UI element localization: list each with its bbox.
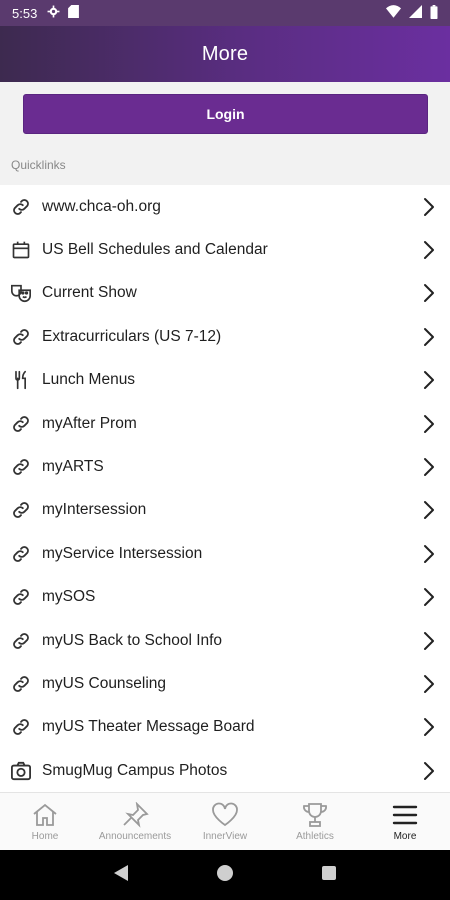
fork-knife-icon xyxy=(10,369,32,391)
system-navigation-bar xyxy=(0,850,450,900)
nav-tab-label: Home xyxy=(31,830,59,842)
quicklink-row[interactable]: myIntersession xyxy=(0,489,450,532)
quicklinks-section-label: Quicklinks xyxy=(11,158,66,172)
chevron-right-icon xyxy=(422,327,436,347)
calendar-icon xyxy=(10,239,32,261)
chevron-right-icon xyxy=(422,761,436,781)
nav-tab-more[interactable]: More xyxy=(360,793,450,850)
link-icon xyxy=(10,630,32,652)
app-bar: More xyxy=(0,26,450,82)
chevron-right-icon xyxy=(422,587,436,607)
battery-icon xyxy=(430,4,438,22)
chevron-right-icon xyxy=(422,370,436,390)
theater-masks-icon xyxy=(10,282,32,304)
link-icon xyxy=(10,326,32,348)
quicklink-label: US Bell Schedules and Calendar xyxy=(42,241,268,259)
menu-icon xyxy=(391,802,419,828)
link-icon xyxy=(10,196,32,218)
home-icon xyxy=(31,802,59,828)
quicklink-row[interactable]: myUS Back to School Info xyxy=(0,619,450,662)
chevron-right-icon xyxy=(422,197,436,217)
sd-card-icon xyxy=(68,5,80,21)
quicklink-label: myUS Theater Message Board xyxy=(42,718,255,736)
link-icon xyxy=(10,673,32,695)
quicklink-row[interactable]: Extracurriculars (US 7-12) xyxy=(0,315,450,358)
quicklink-label: myAfter Prom xyxy=(42,414,137,432)
chevron-right-icon xyxy=(422,240,436,260)
trophy-icon xyxy=(301,802,329,828)
link-icon xyxy=(10,499,32,521)
pin-icon xyxy=(121,800,149,828)
quicklink-row[interactable]: Lunch Menus xyxy=(0,359,450,402)
quicklink-label: mySOS xyxy=(42,588,96,606)
quicklink-label: Lunch Menus xyxy=(42,371,136,389)
cell-signal-icon xyxy=(409,5,422,21)
nav-tab-home[interactable]: Home xyxy=(0,793,90,850)
chevron-right-icon xyxy=(422,674,436,694)
chevron-right-icon xyxy=(422,414,436,434)
login-section: Login Quicklinks xyxy=(0,82,450,182)
quicklink-label: myIntersession xyxy=(42,501,147,519)
chevron-right-icon xyxy=(422,500,436,520)
page-title: More xyxy=(201,42,249,65)
nav-tab-label: More xyxy=(393,830,417,842)
link-icon xyxy=(10,543,32,565)
quicklink-row[interactable]: US Bell Schedules and Calendar xyxy=(0,228,450,271)
recents-square-icon[interactable] xyxy=(321,865,337,886)
nav-tab-announcements[interactable]: Announcements xyxy=(90,793,180,850)
quicklink-label: Extracurriculars (US 7-12) xyxy=(42,327,222,345)
bottom-navigation: Home Announcements InnerView Athletics More xyxy=(0,792,450,850)
chevron-right-icon xyxy=(422,631,436,651)
link-icon xyxy=(10,716,32,738)
status-bar: 5:53 xyxy=(0,0,450,26)
quicklink-label: www.chca-oh.org xyxy=(42,197,161,215)
quicklink-label: SmugMug Campus Photos xyxy=(42,761,228,779)
quicklink-row[interactable]: SmugMug Campus Photos xyxy=(0,749,450,792)
heart-icon xyxy=(211,802,239,828)
chevron-right-icon xyxy=(422,717,436,737)
link-icon xyxy=(10,413,32,435)
nav-tab-label: Announcements xyxy=(98,830,172,842)
quicklink-row[interactable]: myAfter Prom xyxy=(0,402,450,445)
quicklink-row[interactable]: myUS Theater Message Board xyxy=(0,706,450,749)
nav-tab-label: Athletics xyxy=(296,830,334,842)
quicklink-row[interactable]: mySOS xyxy=(0,576,450,619)
quicklink-label: myUS Counseling xyxy=(42,674,167,692)
quicklink-label: myARTS xyxy=(42,458,104,476)
link-icon xyxy=(10,586,32,608)
chevron-right-icon xyxy=(422,544,436,564)
quicklink-row[interactable]: myARTS xyxy=(0,445,450,488)
quicklink-row[interactable]: myService Intersession xyxy=(0,532,450,575)
back-icon[interactable] xyxy=(113,864,129,887)
quicklink-row[interactable]: www.chca-oh.org xyxy=(0,185,450,228)
status-time: 5:53 xyxy=(12,5,38,21)
camera-icon xyxy=(10,760,32,782)
home-circle-icon[interactable] xyxy=(216,864,234,887)
quicklink-label: myService Intersession xyxy=(42,544,203,562)
quicklink-row[interactable]: myUS Counseling xyxy=(0,662,450,705)
quicklinks-list: www.chca-oh.org US Bell Schedules and Cal… xyxy=(0,185,450,792)
quicklink-label: Current Show xyxy=(42,284,137,302)
settings-gear-icon xyxy=(47,5,60,21)
link-icon xyxy=(10,456,32,478)
quicklink-row[interactable]: Current Show xyxy=(0,272,450,315)
chevron-right-icon xyxy=(422,283,436,303)
nav-tab-innerview[interactable]: InnerView xyxy=(180,793,270,850)
login-button[interactable]: Login xyxy=(23,94,428,134)
nav-tab-label: InnerView xyxy=(202,830,248,842)
quicklink-label: myUS Back to School Info xyxy=(42,631,223,649)
wifi-icon xyxy=(386,5,401,21)
chevron-right-icon xyxy=(422,457,436,477)
nav-tab-athletics[interactable]: Athletics xyxy=(270,793,360,850)
